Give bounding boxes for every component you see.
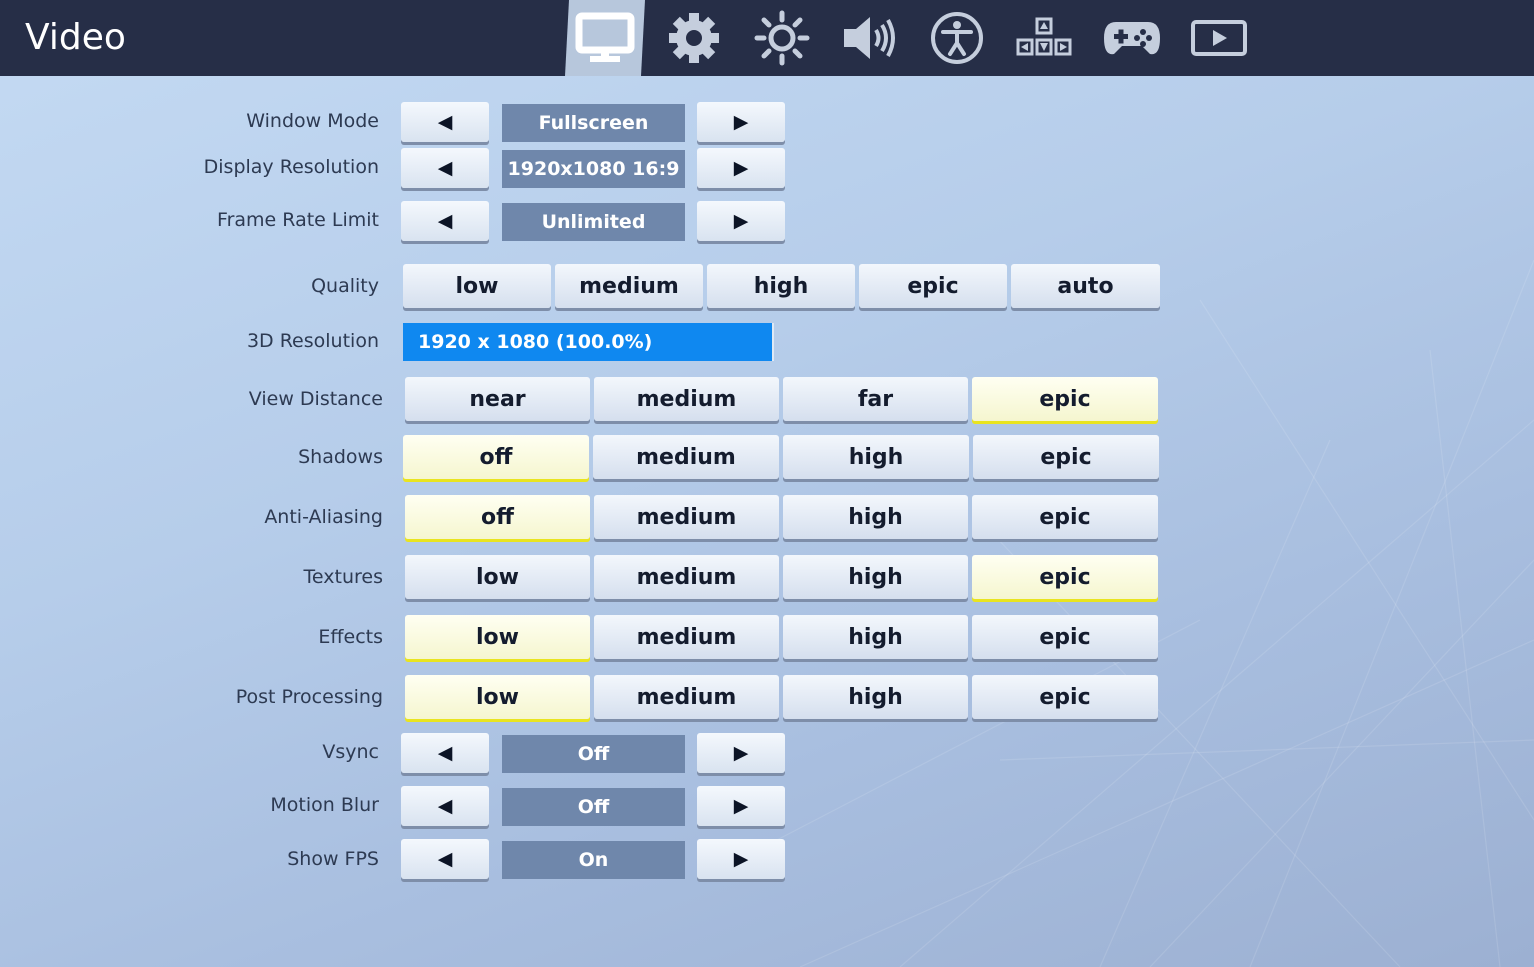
- tab-brightness[interactable]: [742, 0, 822, 76]
- quality-option[interactable]: low: [403, 264, 551, 308]
- tab-accessibility[interactable]: [917, 0, 997, 76]
- window-mode-next-button[interactable]: ▶: [697, 102, 785, 142]
- quality-option[interactable]: auto: [1011, 264, 1160, 308]
- window-mode-value: Fullscreen: [502, 104, 685, 142]
- tab-video[interactable]: [565, 0, 645, 76]
- view-distance-option[interactable]: epic: [972, 377, 1158, 421]
- post-processing-label: Post Processing: [235, 686, 383, 708]
- frame-rate-limit-prev-button[interactable]: ◀: [401, 201, 489, 241]
- anti-aliasing-option[interactable]: high: [783, 495, 968, 539]
- window-mode-label: Window Mode: [246, 110, 379, 132]
- shadows-label: Shadows: [298, 446, 383, 468]
- shadows-option[interactable]: epic: [973, 435, 1159, 479]
- anti-aliasing-option[interactable]: epic: [972, 495, 1158, 539]
- vsync-value: Off: [502, 735, 685, 773]
- display-resolution-next-button[interactable]: ▶: [697, 148, 785, 188]
- vsync-next-button[interactable]: ▶: [697, 733, 785, 773]
- frame-rate-limit-label: Frame Rate Limit: [217, 209, 379, 231]
- gamepad-icon: [1104, 22, 1160, 55]
- frame-rate-limit-next-button[interactable]: ▶: [697, 201, 785, 241]
- post-processing-option[interactable]: epic: [972, 675, 1158, 719]
- tab-replays[interactable]: [1179, 0, 1259, 76]
- right-arrow-icon: ▶: [733, 742, 749, 764]
- motion-blur-next-button[interactable]: ▶: [697, 786, 785, 826]
- view-distance-option[interactable]: medium: [594, 377, 779, 421]
- tab-controller[interactable]: [1092, 0, 1172, 76]
- brightness-icon: [754, 10, 810, 66]
- tab-input[interactable]: [1004, 0, 1084, 76]
- left-arrow-icon: ◀: [437, 795, 453, 817]
- view-distance-label: View Distance: [248, 388, 383, 410]
- window-mode-prev-button[interactable]: ◀: [401, 102, 489, 142]
- post-processing-option[interactable]: low: [405, 675, 590, 719]
- vsync-label: Vsync: [322, 741, 379, 763]
- tab-audio[interactable]: [830, 0, 910, 76]
- replay-icon: [1191, 20, 1247, 56]
- textures-option[interactable]: medium: [594, 555, 779, 599]
- right-arrow-icon: ▶: [733, 795, 749, 817]
- tab-game-settings[interactable]: [654, 0, 734, 76]
- textures-option[interactable]: epic: [972, 555, 1158, 599]
- motion-blur-prev-button[interactable]: ◀: [401, 786, 489, 826]
- top-bar: Video: [0, 0, 1534, 76]
- resolution-3d-label: 3D Resolution: [246, 330, 379, 352]
- right-arrow-icon: ▶: [733, 210, 749, 232]
- left-arrow-icon: ◀: [437, 111, 453, 133]
- motion-blur-label: Motion Blur: [270, 794, 379, 816]
- effects-option[interactable]: medium: [594, 615, 779, 659]
- effects-option[interactable]: high: [783, 615, 968, 659]
- effects-label: Effects: [318, 626, 383, 648]
- gear-icon: [669, 13, 719, 63]
- shadows-option[interactable]: high: [783, 435, 969, 479]
- left-arrow-icon: ◀: [437, 210, 453, 232]
- post-processing-option[interactable]: high: [783, 675, 968, 719]
- display-resolution-prev-button[interactable]: ◀: [401, 148, 489, 188]
- effects-option[interactable]: low: [405, 615, 590, 659]
- resolution-3d-slider[interactable]: 1920 x 1080 (100.0%): [403, 323, 774, 361]
- motion-blur-value: Off: [502, 788, 685, 826]
- show-fps-next-button[interactable]: ▶: [697, 839, 785, 879]
- quality-label: Quality: [311, 275, 379, 297]
- view-distance-option[interactable]: far: [783, 377, 968, 421]
- anti-aliasing-option[interactable]: medium: [594, 495, 779, 539]
- anti-aliasing-label: Anti-Aliasing: [264, 506, 383, 528]
- textures-option[interactable]: high: [783, 555, 968, 599]
- effects-option[interactable]: epic: [972, 615, 1158, 659]
- left-arrow-icon: ◀: [437, 742, 453, 764]
- page-title: Video: [25, 17, 126, 58]
- display-resolution-value: 1920x1080 16:9: [502, 150, 685, 188]
- post-processing-option[interactable]: medium: [594, 675, 779, 719]
- shadows-option[interactable]: off: [403, 435, 589, 479]
- frame-rate-limit-value: Unlimited: [502, 203, 685, 241]
- resolution-3d-value: 1920 x 1080 (100.0%): [418, 331, 653, 353]
- right-arrow-icon: ▶: [733, 157, 749, 179]
- show-fps-prev-button[interactable]: ◀: [401, 839, 489, 879]
- textures-option[interactable]: low: [405, 555, 590, 599]
- shadows-option[interactable]: medium: [593, 435, 779, 479]
- left-arrow-icon: ◀: [437, 848, 453, 870]
- quality-option[interactable]: epic: [859, 264, 1007, 308]
- textures-label: Textures: [303, 566, 383, 588]
- left-arrow-icon: ◀: [437, 157, 453, 179]
- show-fps-value: On: [502, 841, 685, 879]
- right-arrow-icon: ▶: [733, 848, 749, 870]
- view-distance-option[interactable]: near: [405, 377, 590, 421]
- display-resolution-label: Display Resolution: [203, 156, 379, 178]
- accessibility-icon: [931, 12, 983, 64]
- vsync-prev-button[interactable]: ◀: [401, 733, 489, 773]
- anti-aliasing-option[interactable]: off: [405, 495, 590, 539]
- speaker-icon: [844, 17, 895, 59]
- monitor-icon: [575, 12, 635, 62]
- quality-option[interactable]: medium: [555, 264, 703, 308]
- right-arrow-icon: ▶: [733, 111, 749, 133]
- quality-option[interactable]: high: [707, 264, 855, 308]
- show-fps-label: Show FPS: [287, 848, 379, 870]
- input-keys-icon: [1016, 17, 1072, 56]
